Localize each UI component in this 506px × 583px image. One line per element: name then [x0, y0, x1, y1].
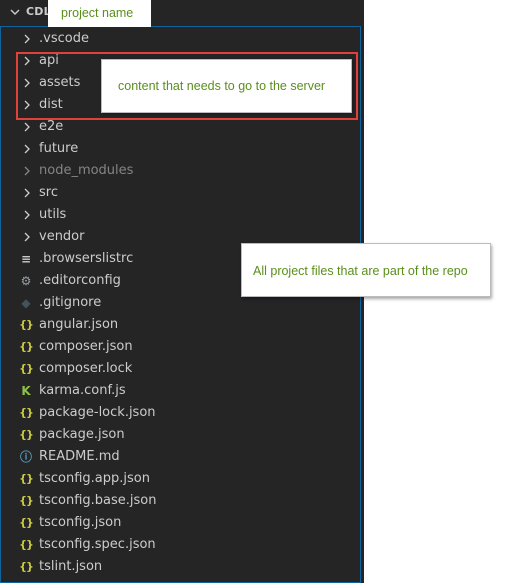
file-label: package-lock.json [39, 405, 156, 420]
file-label: .gitignore [39, 295, 102, 310]
chevron-right-icon[interactable] [22, 165, 32, 177]
chevron-right-icon[interactable] [22, 209, 32, 221]
file-label: .editorconfig [39, 273, 121, 288]
json-braces-icon: {} [19, 318, 34, 331]
folder-item[interactable]: utils [0, 204, 362, 226]
folder-label: vendor [39, 229, 85, 244]
git-icon: ◆ [21, 296, 31, 310]
json-braces-icon: {} [19, 406, 34, 419]
file-label: .browserslistrc [39, 251, 134, 266]
file-label: tsconfig.spec.json [39, 537, 156, 552]
folder-item[interactable]: .vscode [0, 28, 362, 50]
server-content-callout: content that needs to go to the server [101, 59, 352, 113]
json-braces-icon: {} [19, 538, 34, 551]
repo-files-callout-text: All project files that are part of the r… [253, 264, 468, 278]
file-item[interactable]: {} tsconfig.app.json [0, 468, 362, 490]
chevron-right-icon[interactable] [22, 231, 32, 243]
file-item[interactable]: {} tsconfig.spec.json [0, 534, 362, 556]
file-item[interactable]: {} package-lock.json [0, 402, 362, 424]
project-name-callout: project name [48, 0, 151, 27]
file-item[interactable]: {} composer.lock [0, 358, 362, 380]
file-label: karma.conf.js [39, 383, 126, 398]
file-item[interactable]: {} angular.json [0, 314, 362, 336]
json-braces-icon: {} [19, 472, 34, 485]
json-braces-icon: {} [19, 494, 34, 507]
file-label: composer.lock [39, 361, 133, 376]
file-label: composer.json [39, 339, 133, 354]
file-label: tsconfig.base.json [39, 493, 157, 508]
repo-files-callout: All project files that are part of the r… [241, 243, 491, 297]
file-item[interactable]: ⓘ README.md [0, 446, 362, 468]
folder-label: future [39, 141, 79, 156]
file-label: tsconfig.app.json [39, 471, 150, 486]
folder-label: e2e [39, 119, 64, 134]
chevron-right-icon[interactable] [22, 33, 32, 45]
chevron-right-icon[interactable] [22, 121, 32, 133]
file-item[interactable]: Kkarma.conf.js [0, 380, 362, 402]
file-item[interactable]: {} package.json [0, 424, 362, 446]
server-content-callout-text: content that needs to go to the server [118, 79, 326, 93]
gear-icon: ⚙ [20, 274, 32, 288]
chevron-right-icon[interactable] [22, 143, 32, 155]
project-name-callout-text: project name [61, 6, 134, 20]
folder-label: node_modules [39, 163, 134, 178]
file-item[interactable]: {} tsconfig.base.json [0, 490, 362, 512]
folder-item[interactable]: src [0, 182, 362, 204]
file-label: angular.json [39, 317, 119, 332]
file-item[interactable]: {} tslint.json [0, 556, 362, 578]
chevron-right-icon[interactable] [22, 187, 32, 199]
folder-item[interactable]: future [0, 138, 362, 160]
karma-icon: K [21, 384, 31, 398]
folder-label: src [39, 185, 58, 200]
file-label: package.json [39, 427, 125, 442]
json-braces-icon: {} [19, 428, 34, 441]
file-label: tsconfig.json [39, 515, 122, 530]
json-braces-icon: {} [19, 516, 34, 529]
json-braces-icon: {} [19, 340, 34, 353]
folder-item[interactable]: node_modules [0, 160, 362, 182]
json-braces-icon: {} [19, 560, 34, 573]
file-label: tslint.json [39, 559, 103, 574]
file-item[interactable]: {} composer.json [0, 336, 362, 358]
info-icon: ⓘ [19, 450, 32, 464]
lines-icon: ≡ [20, 252, 32, 266]
folder-label: .vscode [39, 31, 89, 46]
folder-label: utils [39, 207, 67, 222]
file-label: README.md [39, 449, 120, 464]
chevron-down-icon[interactable] [9, 6, 21, 18]
json-braces-icon: {} [19, 362, 34, 375]
file-item[interactable]: {} tsconfig.json [0, 512, 362, 534]
